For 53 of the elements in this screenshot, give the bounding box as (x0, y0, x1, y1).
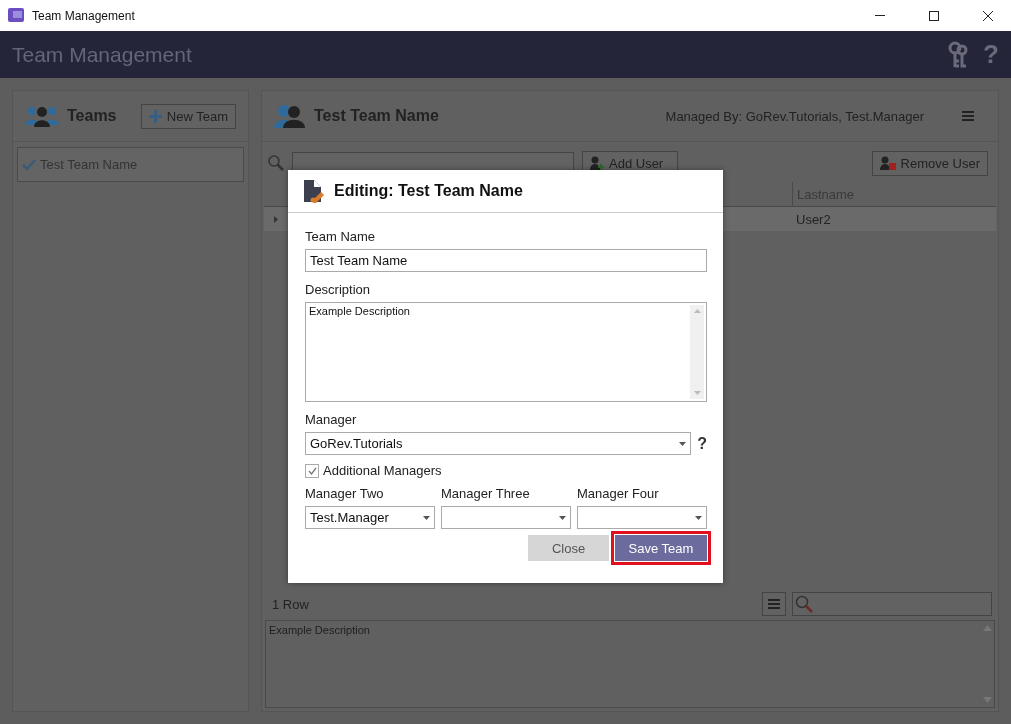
manager-dropdown[interactable]: Test.Manager (305, 506, 435, 529)
description-field[interactable]: Example Description (305, 302, 707, 402)
team-icon (25, 105, 59, 127)
checkbox[interactable] (305, 463, 319, 478)
teams-title: Teams (67, 107, 118, 125)
close-icon[interactable] (983, 10, 993, 21)
list-menu-button[interactable] (762, 592, 786, 616)
save-button[interactable]: Save Team (615, 535, 707, 561)
checkmark-icon (22, 158, 36, 171)
maximize-icon[interactable] (929, 10, 939, 21)
field-label: Team Name (305, 229, 377, 244)
description-text: Example Description (268, 623, 371, 638)
plus-icon (148, 109, 162, 123)
manager-dropdown[interactable] (577, 506, 707, 529)
team-name-field[interactable]: Test Team Name (305, 249, 707, 272)
window-title: Team Management (32, 8, 136, 23)
team-title: Test Team Name (314, 107, 439, 125)
add-user-icon (590, 156, 604, 170)
search-icon (268, 155, 284, 171)
edit-document-icon (304, 179, 326, 203)
field-label: Description (305, 282, 372, 297)
scroll-down-icon[interactable] (693, 391, 701, 395)
remove-user-button[interactable]: Remove User (871, 150, 988, 176)
app-logo-icon (8, 7, 24, 24)
dropdown-caret-icon (423, 515, 430, 520)
dropdown-caret-icon (695, 515, 702, 520)
new-team-button[interactable]: New Team (140, 103, 236, 129)
menu-icon[interactable] (962, 111, 974, 121)
dropdown-caret-icon (679, 441, 687, 446)
help-icon[interactable]: ? (697, 434, 707, 453)
field-label: Manager Two (305, 486, 385, 501)
field-label: Manager Three (441, 486, 531, 501)
row-count: 1 Row (272, 596, 310, 612)
managed-by-text: Managed By: GoRev.Tutorials, Test.Manager (664, 108, 924, 124)
expand-arrow-icon[interactable] (274, 215, 278, 223)
help-icon[interactable]: ? (983, 39, 999, 70)
dropdown-caret-icon (559, 515, 566, 520)
keys-icon[interactable] (947, 40, 970, 69)
manager-dropdown[interactable] (441, 506, 571, 529)
field-label: Manager (305, 412, 358, 427)
manager-dropdown[interactable]: GoRev.Tutorials (305, 432, 692, 455)
field-label: Manager Four (577, 486, 660, 501)
app-header-title: Team Management (12, 42, 193, 67)
remove-user-icon (879, 156, 896, 170)
close-button[interactable]: Close (528, 535, 609, 561)
scroll-up-icon[interactable] (693, 309, 701, 313)
users-icon (274, 104, 306, 128)
filter-search-field[interactable] (792, 592, 992, 616)
table-cell-text: User2 (795, 211, 832, 227)
checkbox-label: Additional Managers (323, 463, 442, 478)
menu-icon (768, 599, 780, 609)
search-icon (795, 595, 813, 613)
dialog-title: Editing: Test Team Name (334, 182, 523, 200)
